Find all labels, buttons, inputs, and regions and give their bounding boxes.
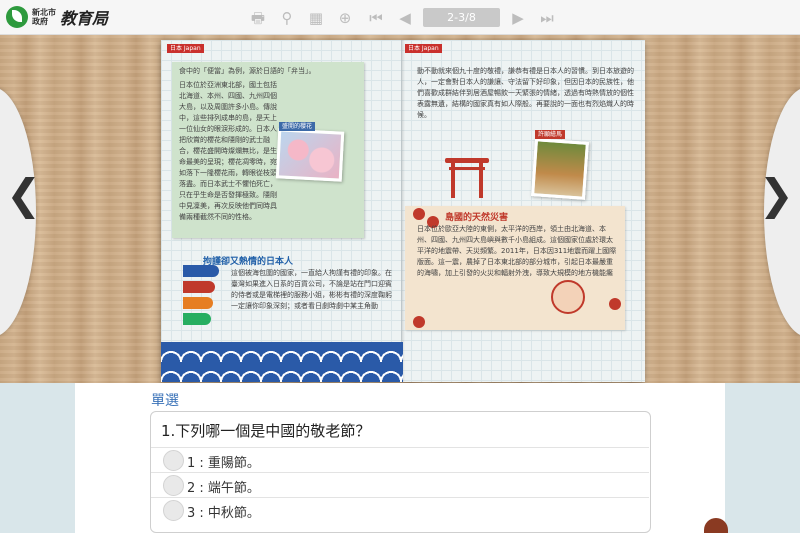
app-root: 新北市 政府 教育局 🖶 ⚲ ▦ ⊕ ⏮ ◀ 2-3/8 ▶ ⏭ ❮ ❯ 日本 … bbox=[0, 0, 800, 533]
book-spread: 日本 Japan 食中的「便當」為例，源於日語的「弁当」。 日本位於亞洲東北部，… bbox=[161, 40, 645, 382]
zoom-in-icon[interactable]: ⊕ bbox=[335, 8, 355, 28]
logo-text-block: 新北市 政府 bbox=[32, 8, 56, 26]
left-paragraph-2: 日本位於亞洲東北部，國土包括北海道、本州、四國、九州四個大島，以及周圍許多小島。… bbox=[179, 81, 277, 221]
daruma-icon bbox=[551, 280, 585, 314]
chevron-left-icon[interactable]: ❮ bbox=[6, 170, 41, 219]
question-type-label: 單選 bbox=[151, 393, 179, 409]
radio-button[interactable] bbox=[163, 475, 184, 496]
shrine-caption: 許願繪馬 bbox=[535, 130, 566, 139]
last-page-icon[interactable]: ⏭ bbox=[537, 8, 557, 28]
shrine-ema-photo bbox=[531, 138, 589, 200]
left-paragraph-3: 這個被海包圍的國家，一直給人拘謹有禮的印象。在臺灣如果進入日系的百貨公司，不論是… bbox=[231, 269, 392, 310]
option-2[interactable]: 2 : 端午節。 bbox=[151, 472, 649, 496]
plum-flower-icon bbox=[413, 316, 425, 328]
page-indicator[interactable]: 2-3/8 bbox=[423, 8, 500, 27]
printer-icon[interactable]: 🖶 bbox=[248, 8, 268, 28]
right-page-tag: 日本 Japan bbox=[405, 44, 442, 53]
logo-line1: 新北市 bbox=[32, 8, 56, 17]
plum-flower-icon bbox=[413, 208, 425, 220]
radio-button[interactable] bbox=[163, 500, 184, 521]
option-1[interactable]: 1 : 重陽節。 bbox=[151, 447, 649, 471]
toolbar: 新北市 政府 教育局 🖶 ⚲ ▦ ⊕ ⏮ ◀ 2-3/8 ▶ ⏭ bbox=[0, 0, 800, 35]
search-icon[interactable]: ⚲ bbox=[277, 8, 297, 28]
logo-line2: 政府 bbox=[32, 17, 48, 26]
prev-page-icon[interactable]: ◀ bbox=[395, 8, 415, 28]
section-title-disasters: 島國的天然災害 bbox=[445, 213, 509, 223]
grid-icon[interactable]: ▦ bbox=[306, 8, 326, 28]
book-reader: ❮ ❯ 日本 Japan 食中的「便當」為例，源於日語的「弁当」。 日本位於亞洲… bbox=[0, 35, 800, 383]
leaf-logo-icon bbox=[6, 6, 28, 28]
option-label: 3 : 中秋節。 bbox=[187, 506, 260, 521]
right-paragraph-2: 日本位於歐亞大陸的東側，太平洋的西岸，領土由北海道、本州、四國、九州四大島嶼與數… bbox=[417, 225, 617, 277]
first-page-icon[interactable]: ⏮ bbox=[366, 8, 386, 28]
plum-flower-icon bbox=[609, 298, 621, 310]
radio-button[interactable] bbox=[163, 450, 184, 471]
logo-brush-text: 教育局 bbox=[60, 9, 109, 28]
chevron-right-icon[interactable]: ❯ bbox=[759, 170, 794, 219]
ntpc-education-logo[interactable]: 新北市 政府 教育局 bbox=[6, 5, 108, 29]
option-3[interactable]: 3 : 中秋節。 bbox=[151, 497, 649, 521]
sakura-caption: 盛開的櫻花 bbox=[279, 122, 316, 131]
left-paragraph-1: 食中的「便當」為例，源於日語的「弁当」。 bbox=[179, 67, 316, 75]
torii-gate-icon bbox=[445, 158, 489, 198]
sakura-photo bbox=[275, 128, 345, 182]
koinobori-carp-icon bbox=[183, 265, 221, 343]
wave-pattern bbox=[161, 342, 403, 382]
left-page-tag: 日本 Japan bbox=[167, 44, 204, 53]
next-page-icon[interactable]: ▶ bbox=[508, 8, 528, 28]
right-paragraph-1: 動不動就來個九十度的敬禮，謙恭有禮是日本人的習慣。到日本旅遊的人，一定會對日本人… bbox=[417, 67, 634, 119]
option-label: 2 : 端午節。 bbox=[187, 481, 260, 496]
disaster-text-block: 島國的天然災害 日本位於歐亞大陸的東側，太平洋的西岸，領土由北海道、本州、四國、… bbox=[405, 206, 625, 330]
question-text: 1.下列哪一個是中國的敬老節？ bbox=[161, 422, 371, 440]
option-label: 1 : 重陽節。 bbox=[187, 456, 260, 471]
